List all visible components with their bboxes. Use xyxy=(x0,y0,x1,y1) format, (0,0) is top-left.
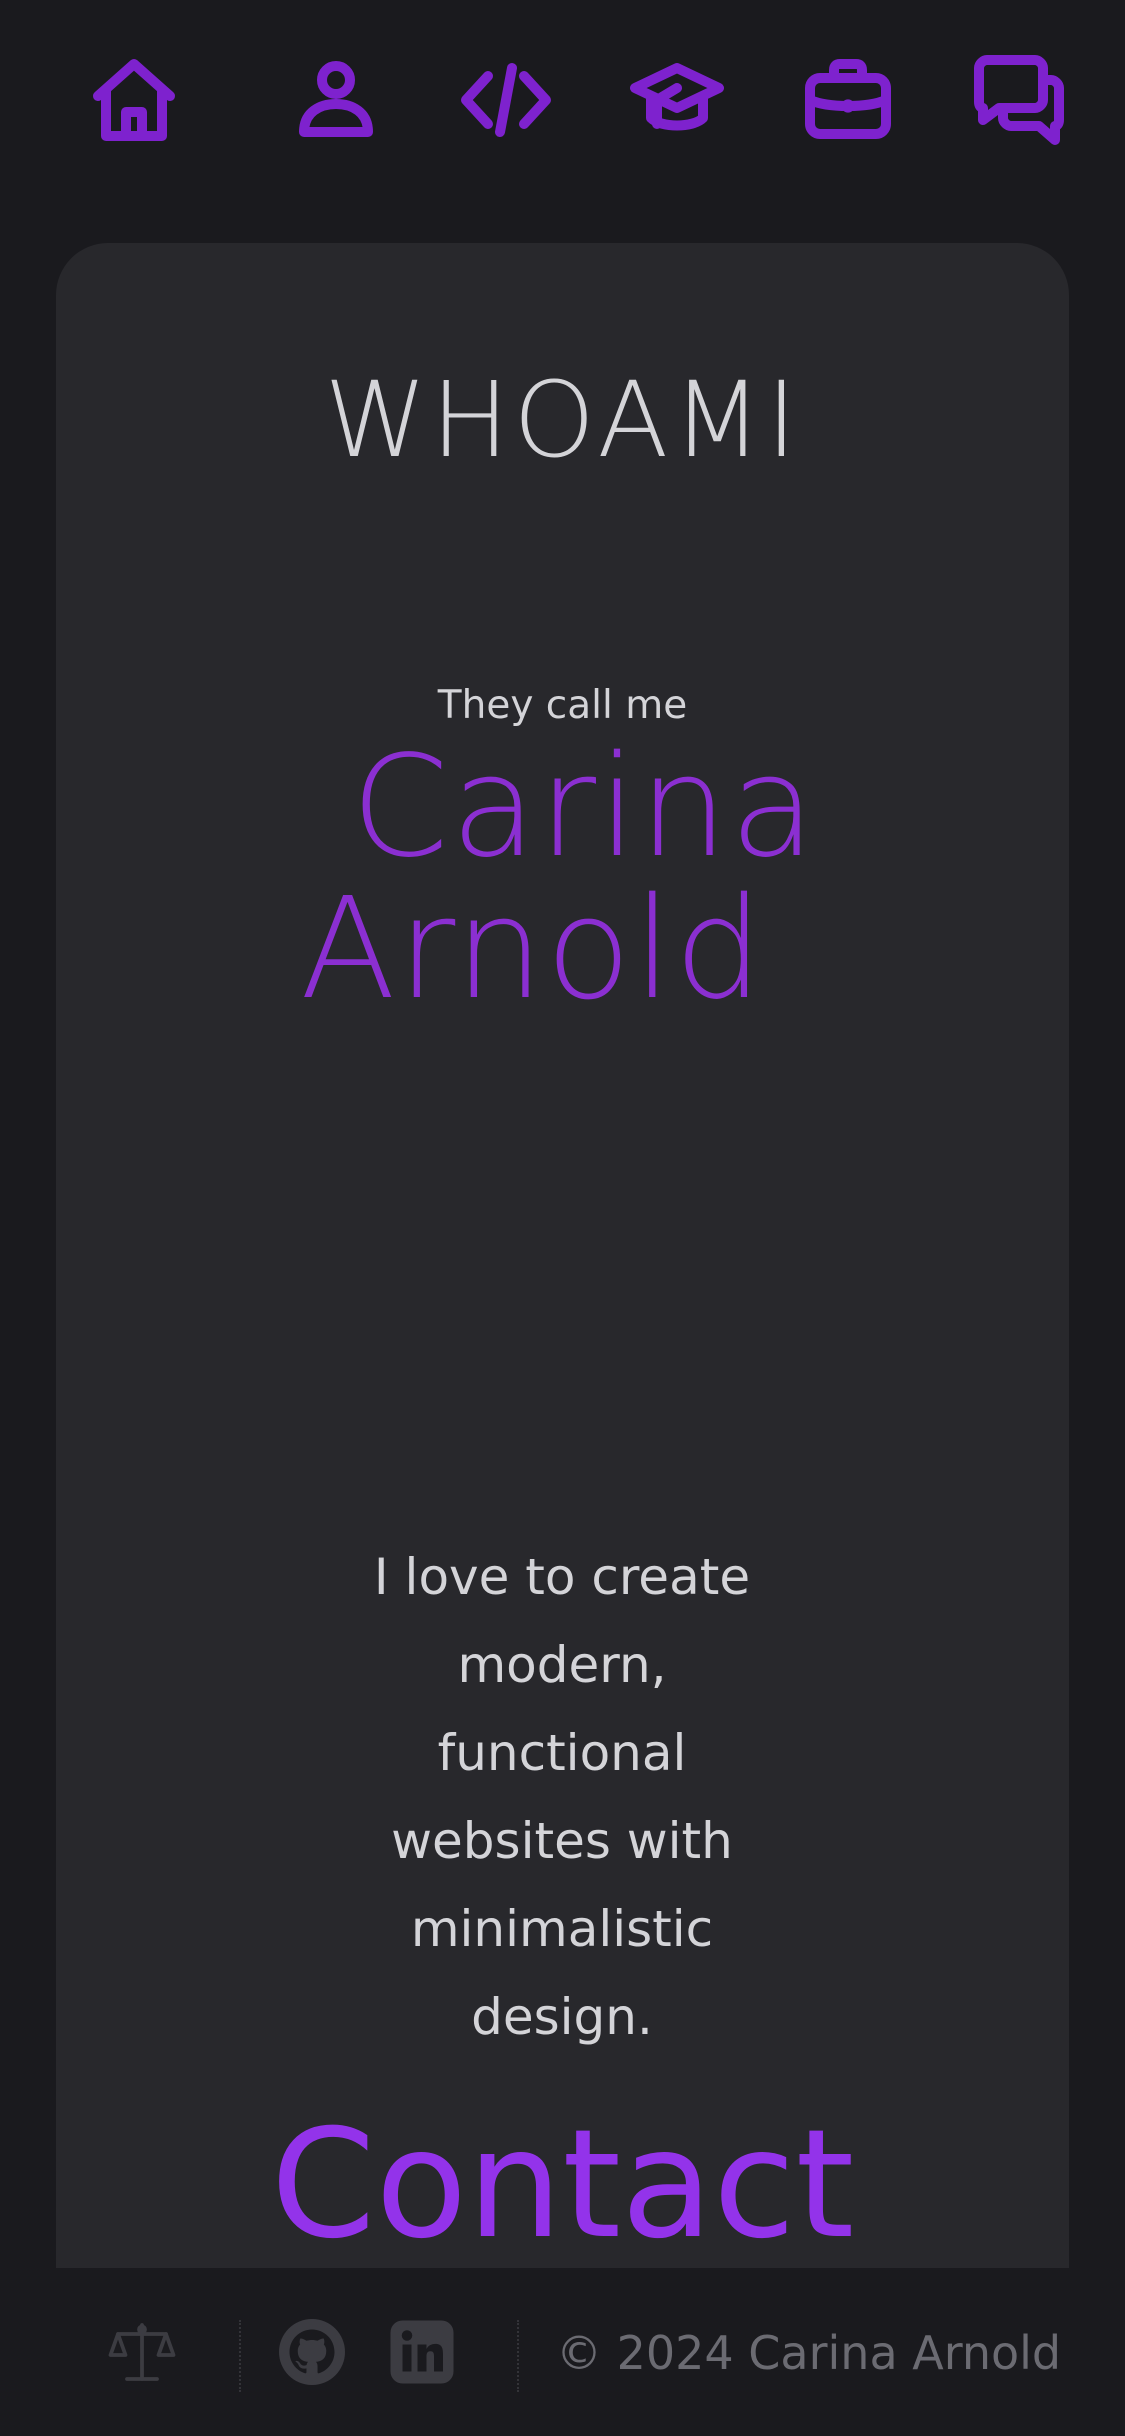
linkedin-link[interactable] xyxy=(386,2316,458,2388)
home-icon xyxy=(93,59,175,141)
graduation-cap-icon xyxy=(630,63,724,131)
top-nav xyxy=(0,0,1125,200)
scale-icon xyxy=(108,2323,176,2381)
nav-education[interactable] xyxy=(627,50,727,150)
briefcase-icon xyxy=(805,59,891,139)
footer: © 2024 Carina Arnold xyxy=(56,2268,1069,2436)
contact-link[interactable]: Contact xyxy=(56,2103,1069,2268)
linkedin-icon xyxy=(390,2320,454,2384)
github-icon xyxy=(279,2319,345,2385)
footer-divider xyxy=(239,2320,241,2392)
hero-card: WHOAMI They call me Carina Arnold I love… xyxy=(56,243,1069,2268)
nav-projects[interactable] xyxy=(456,50,556,150)
user-icon xyxy=(299,61,373,137)
section-title: WHOAMI xyxy=(324,359,801,481)
footer-divider xyxy=(517,2320,519,2392)
chat-icon xyxy=(974,55,1064,145)
intro-text: They call me xyxy=(437,683,688,728)
page: WHOAMI They call me Carina Arnold I love… xyxy=(0,0,1125,2436)
nav-about[interactable] xyxy=(286,50,386,150)
legal-link[interactable] xyxy=(106,2316,178,2388)
github-link[interactable] xyxy=(276,2316,348,2388)
code-icon xyxy=(461,63,551,137)
last-name: Arnold xyxy=(300,868,766,1031)
nav-experience[interactable] xyxy=(798,50,898,150)
nav-contact[interactable] xyxy=(969,50,1069,150)
tagline: I love to create modern, functional webs… xyxy=(373,1548,751,2046)
first-name: Carina xyxy=(351,726,818,889)
copyright-text: © 2024 Carina Arnold xyxy=(556,2326,1062,2380)
nav-home[interactable] xyxy=(84,50,184,150)
